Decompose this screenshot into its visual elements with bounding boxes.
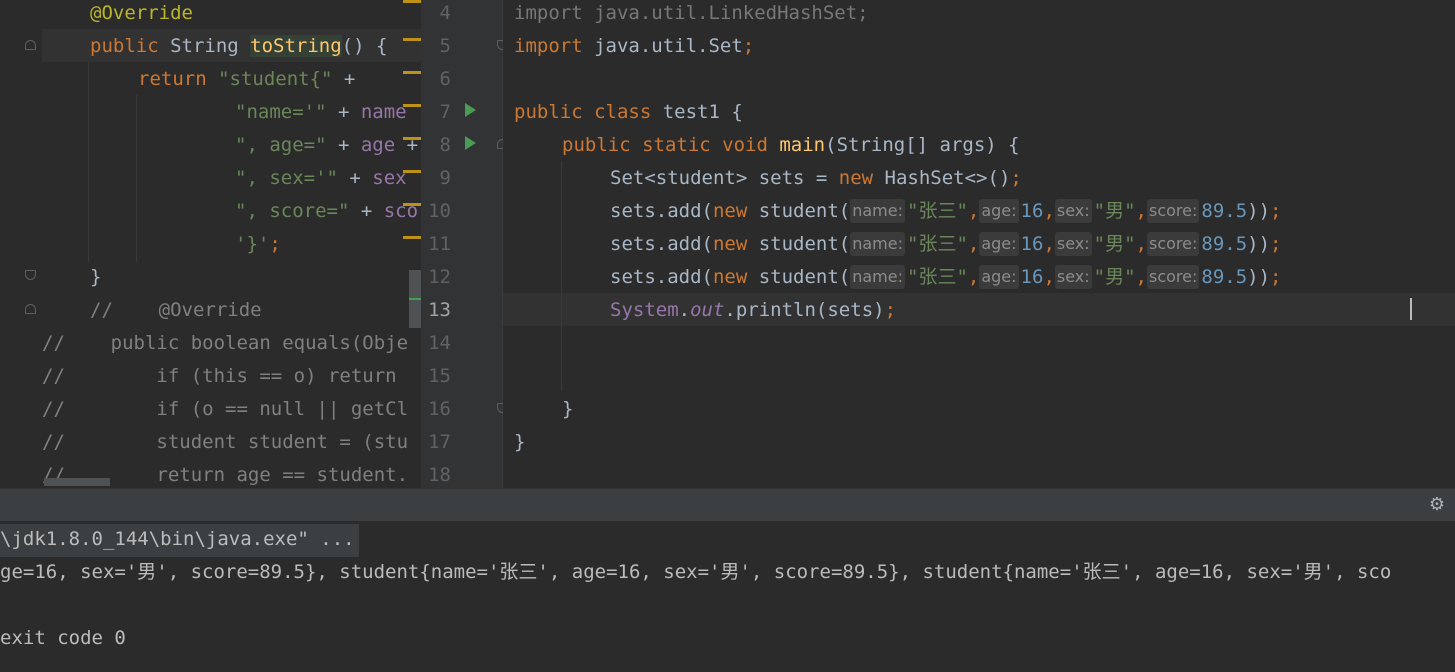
code-line-4: import java.util.LinkedHashSet; xyxy=(514,2,869,24)
left-line-9: } xyxy=(90,266,102,288)
left-line-13: // if (o == null || getCl xyxy=(42,398,409,420)
run-panel-header xyxy=(0,488,1455,521)
left-line-5: ", age=" + age + xyxy=(235,134,419,156)
left-line-4: "name='" + name xyxy=(235,101,407,123)
console-command-line[interactable]: \jdk1.8.0_144\bin\java.exe" ... xyxy=(0,524,359,557)
left-line-2: public String toString() { xyxy=(90,35,388,57)
line-number: 17 xyxy=(428,431,451,453)
line-number: 11 xyxy=(428,233,451,255)
line-number: 7 xyxy=(439,101,451,123)
run-console[interactable]: \jdk1.8.0_144\bin\java.exe" ... ge=16, s… xyxy=(0,521,1455,672)
left-line-8: '}'; xyxy=(235,233,281,255)
change-marker[interactable] xyxy=(403,38,421,41)
console-output-line: ge=16, sex='男', score=89.5}, student{nam… xyxy=(0,561,1392,583)
left-line-1: @Override xyxy=(90,2,193,24)
param-hint: score: xyxy=(1147,199,1200,223)
param-hint: age: xyxy=(979,199,1019,223)
change-marker[interactable] xyxy=(403,104,421,107)
line-number: 4 xyxy=(439,2,451,24)
code-line-7: public class test1 { xyxy=(514,101,743,123)
line-number: 8 xyxy=(439,134,451,156)
left-line-10: // @Override xyxy=(90,299,262,321)
line-number: 5 xyxy=(439,35,451,57)
code-line-8: public static void main(String[] args) { xyxy=(562,134,1020,156)
param-hint: age: xyxy=(979,232,1019,256)
left-line-12: // if (this == o) return xyxy=(42,365,397,387)
left-editor-pane[interactable]: @Override public String toString() { ret… xyxy=(0,0,421,488)
change-marker[interactable] xyxy=(403,236,421,239)
param-hint: name: xyxy=(850,265,905,289)
param-hint: name: xyxy=(850,199,905,223)
code-line-5: import java.util.Set; xyxy=(514,35,755,57)
fold-icon[interactable] xyxy=(25,304,36,314)
run-class-icon[interactable] xyxy=(465,103,476,117)
line-number-current: 13 xyxy=(428,299,451,321)
change-marker[interactable] xyxy=(403,203,421,206)
change-marker[interactable] xyxy=(403,71,421,74)
param-hint: sex: xyxy=(1054,199,1092,223)
code-line-17: } xyxy=(514,431,526,453)
run-main-icon[interactable] xyxy=(465,136,476,150)
line-number: 6 xyxy=(439,68,451,90)
param-hint: sex: xyxy=(1054,232,1092,256)
code-line-12: sets.add(new student(name: "张三", age: 16, se… xyxy=(610,265,1282,289)
param-hint: score: xyxy=(1147,265,1200,289)
fold-icon[interactable] xyxy=(25,40,36,50)
line-number: 10 xyxy=(428,200,451,222)
left-line-11: // public boolean equals(Obje xyxy=(42,332,409,354)
console-exit-line: exit code 0 xyxy=(0,627,126,649)
code-line-9: Set<student> sets = new HashSet<>(); xyxy=(610,167,1022,189)
left-scroll-marker xyxy=(409,298,421,300)
line-number: 14 xyxy=(428,332,451,354)
left-line-7: ", score=" + sco xyxy=(235,200,419,222)
line-number: 12 xyxy=(428,266,451,288)
line-number: 9 xyxy=(439,167,451,189)
line-number: 16 xyxy=(428,398,451,420)
change-marker[interactable] xyxy=(403,0,421,3)
change-marker[interactable] xyxy=(403,170,421,173)
param-hint: score: xyxy=(1147,232,1200,256)
code-line-16: } xyxy=(562,398,574,420)
indent-guide xyxy=(561,161,562,391)
left-line-6: ", sex='" + sex xyxy=(235,167,407,189)
left-line-14: // student student = (stu xyxy=(42,431,409,453)
code-line-13: System.out.println(sets); xyxy=(610,299,897,321)
right-editor-pane[interactable]: import java.util.LinkedHashSet; import j… xyxy=(503,0,1455,488)
change-marker[interactable] xyxy=(403,137,421,140)
line-number: 15 xyxy=(428,365,451,387)
param-hint: age: xyxy=(979,265,1019,289)
code-line-10: sets.add(new student(name: "张三", age: 16, se… xyxy=(610,199,1282,223)
gear-icon[interactable]: ⚙ xyxy=(1427,495,1447,515)
param-hint: name: xyxy=(850,232,905,256)
left-line-3: return "student{" + xyxy=(138,68,356,90)
param-hint: sex: xyxy=(1054,265,1092,289)
left-horizontal-scroll[interactable] xyxy=(44,478,110,486)
text-caret xyxy=(1410,298,1412,320)
code-line-11: sets.add(new student(name: "张三", age: 16, se… xyxy=(610,232,1282,256)
